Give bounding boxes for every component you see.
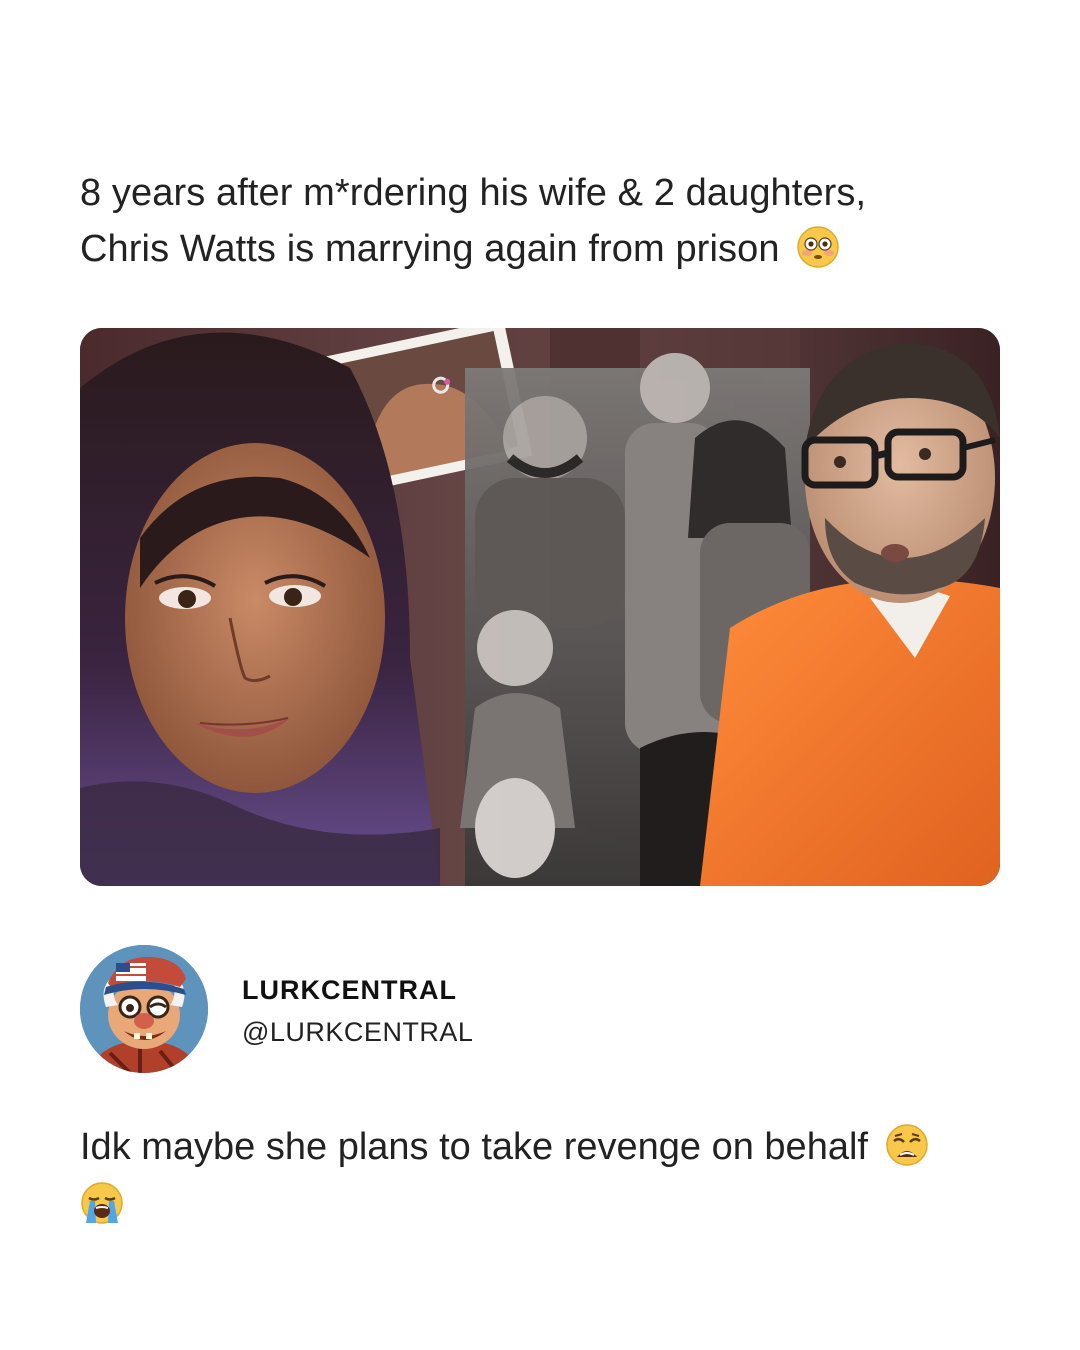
- author-comment: Idk maybe she plans to take revenge on b…: [80, 1118, 1000, 1234]
- photo-collage-illustration: [80, 328, 1000, 886]
- author-handle[interactable]: @LURKCENTRAL: [242, 1017, 473, 1048]
- author-name[interactable]: LURKCENTRAL: [242, 975, 457, 1006]
- headline-line-1: 8 years after m*rdering his wife & 2 dau…: [80, 172, 867, 214]
- headline-line-2: Chris Watts is marrying again from priso…: [80, 221, 980, 277]
- flushed-face-emoji-icon: [797, 226, 839, 268]
- headline-line-2-text: Chris Watts is marrying again from priso…: [80, 228, 780, 270]
- cartoon-old-man-avatar-icon[interactable]: [80, 945, 208, 1073]
- weary-face-emoji-icon: [885, 1124, 928, 1166]
- post-headline: 8 years after m*rdering his wife & 2 dau…: [80, 165, 980, 277]
- loudly-crying-face-emoji-icon: [81, 1182, 123, 1224]
- comment-text: Idk maybe she plans to take revenge on b…: [80, 1126, 868, 1168]
- author-block[interactable]: LURKCENTRAL @LURKCENTRAL: [80, 945, 680, 1075]
- news-photo-collage[interactable]: [80, 328, 1000, 886]
